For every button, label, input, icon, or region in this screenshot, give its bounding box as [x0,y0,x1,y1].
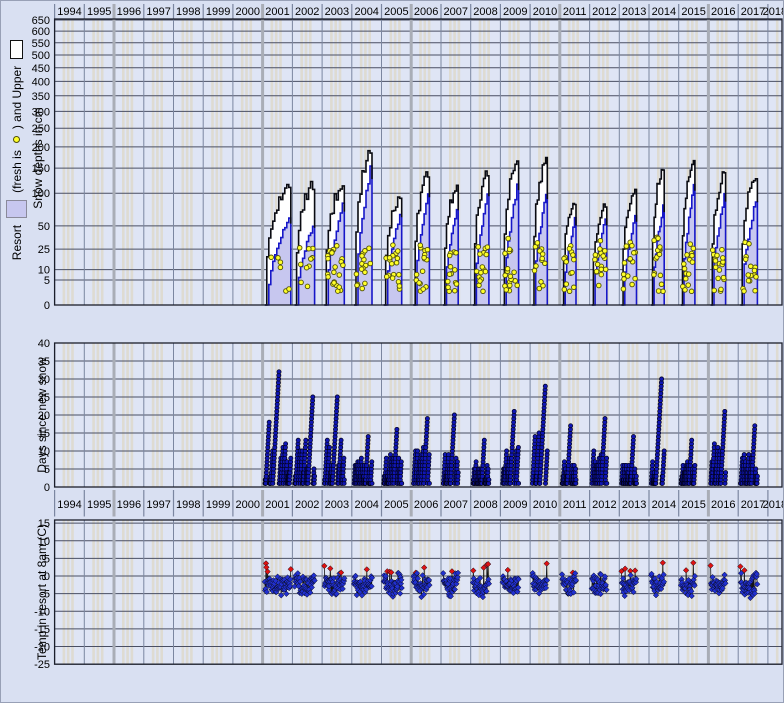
svg-text:1998: 1998 [176,499,200,511]
resort-depth-swatch [6,200,27,218]
svg-text:2010: 2010 [533,499,557,511]
svg-text:1997: 1997 [146,6,170,18]
svg-text:2017: 2017 [741,499,765,511]
svg-text:2007: 2007 [444,499,468,511]
svg-text:2018: 2018 [763,6,784,18]
svg-text:2001: 2001 [265,499,289,511]
svg-text:2009: 2009 [503,499,527,511]
svg-text:2005: 2005 [384,6,408,18]
svg-text:1999: 1999 [206,499,230,511]
svg-text:2010: 2010 [533,6,557,18]
svg-text:1995: 1995 [87,6,111,18]
svg-text:1996: 1996 [117,6,141,18]
fresh-snow-marker-icon [13,136,20,143]
svg-text:2016: 2016 [711,6,735,18]
svg-text:2015: 2015 [681,6,705,18]
upper-label: ) and Upper [10,66,24,129]
svg-text:2012: 2012 [592,499,616,511]
svg-text:1994: 1994 [57,6,81,18]
svg-text:2014: 2014 [652,499,676,511]
svg-text:2007: 2007 [444,6,468,18]
svg-text:1997: 1997 [146,499,170,511]
svg-text:1998: 1998 [176,6,200,18]
svg-text:2011: 2011 [563,6,587,18]
svg-text:2008: 2008 [473,499,497,511]
svg-text:1999: 1999 [206,6,230,18]
svg-text:2002: 2002 [295,6,319,18]
svg-text:2017: 2017 [741,6,765,18]
svg-text:2012: 2012 [592,6,616,18]
svg-text:1996: 1996 [117,499,141,511]
snow-history-chart: 1994 1995 1996 1997 1998 1999 2000 2001 2002 2003… [0,0,784,703]
svg-text:2002: 2002 [295,499,319,511]
chart-canvas: 1994 1995 1996 1997 1998 1999 2000 2001 2002 2003… [1,1,784,703]
bottom-axis-title: Temp in resort at 8am (C) [35,519,49,665]
top-axis-title-outer: Resort (fresh is ) and Upper [6,27,27,273]
svg-text:2005: 2005 [384,499,408,511]
svg-text:2004: 2004 [354,6,378,18]
svg-text:2018: 2018 [763,499,784,511]
svg-text:2013: 2013 [622,499,646,511]
svg-text:2008: 2008 [473,6,497,18]
svg-text:1995: 1995 [87,499,111,511]
svg-text:2011: 2011 [563,499,587,511]
svg-text:2013: 2013 [622,6,646,18]
svg-text:0: 0 [44,300,50,312]
svg-text:2006: 2006 [414,499,438,511]
svg-text:2014: 2014 [652,6,676,18]
svg-text:2001: 2001 [265,6,289,18]
svg-text:2003: 2003 [325,499,349,511]
svg-text:2000: 2000 [236,499,260,511]
svg-text:2009: 2009 [503,6,527,18]
svg-text:2015: 2015 [681,499,705,511]
svg-text:1994: 1994 [57,499,81,511]
top-axis-title-inner: Snow depths in cm [31,15,45,301]
resort-label: Resort [10,225,24,260]
svg-text:2006: 2006 [414,6,438,18]
svg-text:2016: 2016 [711,499,735,511]
svg-text:2000: 2000 [236,6,260,18]
middle-axis-title: Days since new snow [35,342,49,488]
fresh-label: (fresh is [10,150,24,193]
svg-text:2003: 2003 [325,6,349,18]
upper-depth-swatch [10,40,23,59]
svg-text:2004: 2004 [354,499,378,511]
